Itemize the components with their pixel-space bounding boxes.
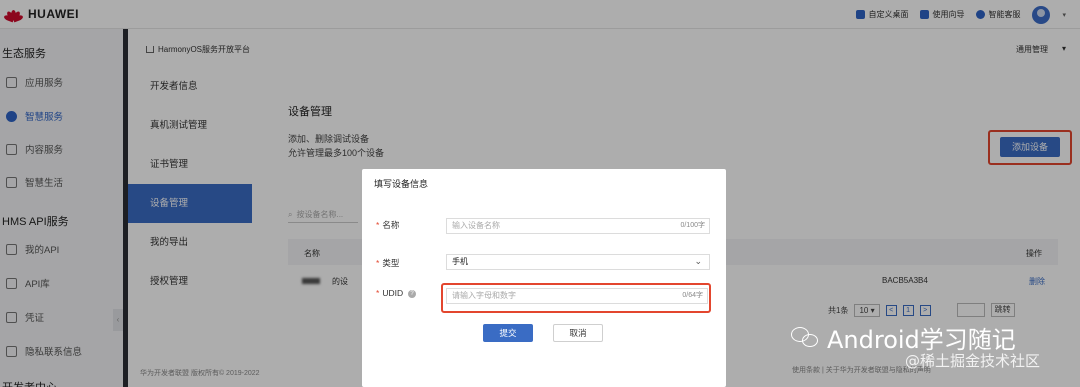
udid-highlight — [441, 283, 711, 313]
dialog-title: 填写设备信息 — [374, 179, 429, 189]
help-icon[interactable]: ? — [408, 289, 417, 298]
name-char-counter: 0/100字 — [680, 222, 705, 229]
udid-label: * UDID? — [376, 288, 417, 298]
required-mark: * — [376, 220, 380, 230]
wechat-icon — [791, 326, 821, 349]
chevron-down-icon: ⌄ — [694, 256, 702, 266]
type-label: * 类型 — [376, 257, 399, 269]
submit-button[interactable]: 提交 — [483, 324, 533, 342]
watermark-subtitle: @稀土掘金技术社区 — [905, 352, 1041, 370]
name-label: * 名称 — [376, 219, 399, 231]
device-name-placeholder: 输入设备名称 — [452, 221, 500, 230]
device-type-select[interactable]: 手机 ⌄ — [446, 254, 710, 270]
type-label-text: 类型 — [382, 258, 400, 268]
device-type-value: 手机 — [452, 257, 468, 266]
required-mark: * — [376, 288, 380, 298]
cancel-button[interactable]: 取消 — [553, 324, 603, 342]
required-mark: * — [376, 258, 380, 268]
udid-label-text: UDID — [382, 288, 404, 298]
device-name-input[interactable]: 输入设备名称 0/100字 — [446, 218, 710, 234]
name-label-text: 名称 — [382, 220, 400, 230]
device-info-dialog: 填写设备信息 * 名称 输入设备名称 0/100字 * 类型 手机 ⌄ * UDID?… — [362, 169, 726, 387]
